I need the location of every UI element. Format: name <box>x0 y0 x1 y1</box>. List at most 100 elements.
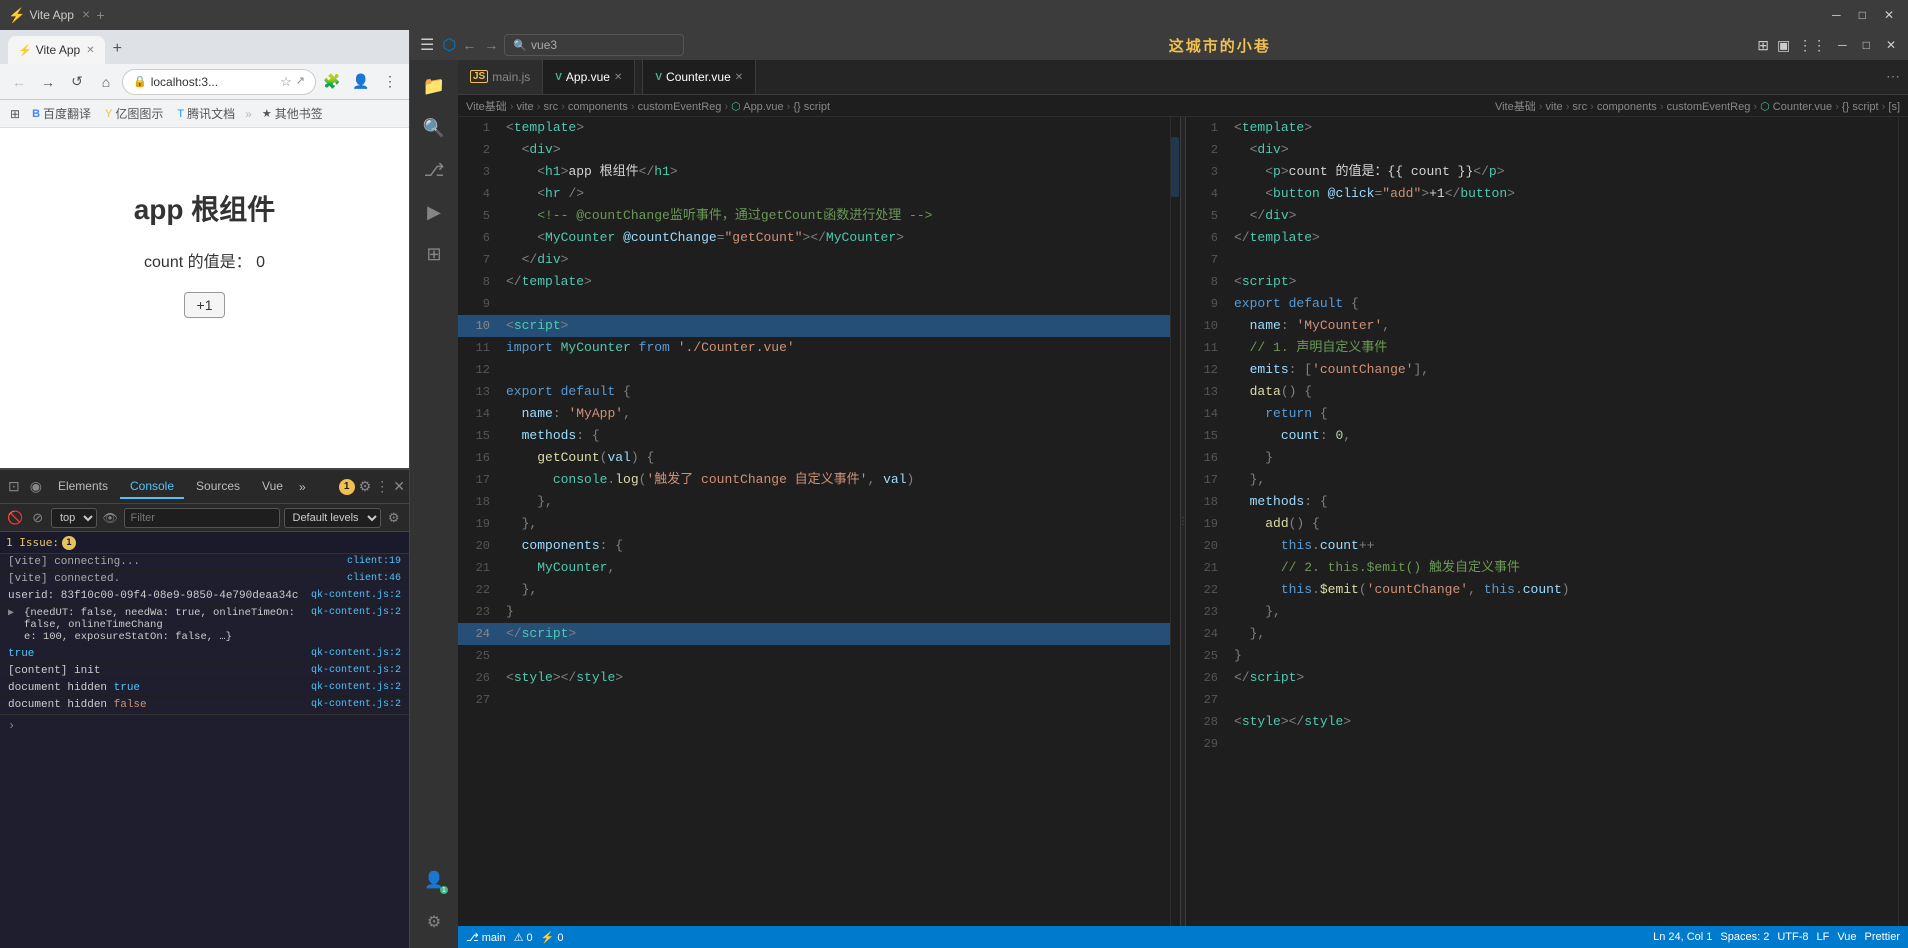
activity-extensions-icon[interactable]: ⊞ <box>416 236 452 272</box>
code-line: 22 this.$emit('countChange', this.count) <box>1186 579 1908 601</box>
console-text: userid: 83f10c00-09f4-08e9-9850-4e790dea… <box>8 590 303 602</box>
tab-console[interactable]: Console <box>120 475 184 499</box>
errors-icon[interactable]: ⚠ 0 <box>514 931 533 944</box>
tab-vue[interactable]: Vue <box>252 475 293 499</box>
code-line: 20 this.count++ <box>1186 535 1908 557</box>
tab-close-icon[interactable]: ✕ <box>86 45 94 56</box>
activity-explorer-icon[interactable]: 📁 <box>416 68 452 104</box>
formatter[interactable]: Prettier <box>1865 931 1900 943</box>
close-button[interactable]: ✕ <box>1878 6 1900 24</box>
tab-app-vue[interactable]: V App.vue ✕ <box>543 60 635 94</box>
vite-logo: ⚡ <box>8 7 25 24</box>
add-button[interactable]: +1 <box>184 292 226 318</box>
tab-sources[interactable]: Sources <box>186 475 250 499</box>
vscode-search-bar[interactable]: 🔍 vue3 <box>504 34 684 56</box>
devtools-close-icon[interactable]: ✕ <box>393 478 405 495</box>
console-source[interactable]: qk-content.js:2 <box>311 665 401 677</box>
nav-home-icon[interactable]: ⌂ <box>93 69 119 95</box>
bookmark-yitu[interactable]: Y 亿图图示 <box>99 103 169 124</box>
code-line: 14 return { <box>1186 403 1908 425</box>
console-source[interactable]: client:19 <box>347 556 401 568</box>
breadcrumb-row: Vite基础 › vite › src › components › custo… <box>458 95 1908 117</box>
tab-main-js[interactable]: JS main.js <box>458 60 543 94</box>
extensions-icon[interactable]: 🧩 <box>319 69 345 95</box>
devtools-circle-icon[interactable]: ◉ <box>26 474 46 499</box>
tab-close-app-icon[interactable]: ✕ <box>614 72 622 83</box>
editor-more-actions[interactable]: ⋯ <box>1878 60 1908 94</box>
code-line: 7 </div> <box>458 249 1180 271</box>
git-branch-icon[interactable]: ⎇ main <box>466 931 506 944</box>
console-text: [content] init <box>8 665 100 677</box>
browser-tab-title: Vite App <box>29 8 73 22</box>
devtools-settings-icon[interactable]: ⚙ <box>359 478 372 495</box>
console-prompt[interactable]: › <box>0 714 409 737</box>
bookmark-apps-icon[interactable]: ⊞ <box>6 105 24 123</box>
language-mode[interactable]: Vue <box>1837 931 1856 943</box>
menu-icon[interactable]: ⋮ <box>377 69 403 95</box>
devtools-panel: ⊡ ◉ Elements Console Sources Vue » 1 ⚙ ⋮… <box>0 468 409 948</box>
profile-icon[interactable]: 👤 <box>348 69 374 95</box>
bookmark-star-icon[interactable]: ☆ <box>280 74 292 90</box>
nav-back-editor-icon[interactable]: ← <box>460 35 478 55</box>
code-line: 1<template> <box>1186 117 1908 139</box>
console-source[interactable]: client:46 <box>347 573 401 585</box>
code-line: 10 name: 'MyCounter', <box>1186 315 1908 337</box>
topbar-restore-icon[interactable]: □ <box>1857 36 1876 54</box>
warnings-icon[interactable]: ⚡ 0 <box>541 931 564 944</box>
nav-forward-icon[interactable]: → <box>35 69 61 95</box>
devtools-panel-icon[interactable]: ⊡ <box>4 474 24 499</box>
tab-close-counter-icon[interactable]: ✕ <box>735 72 743 83</box>
activity-settings-icon[interactable]: ⚙ <box>416 904 452 940</box>
new-tab-icon[interactable]: + <box>96 7 104 23</box>
tab-counter-vue[interactable]: V Counter.vue ✕ <box>643 60 756 94</box>
filter-icon[interactable]: ⊘ <box>29 508 48 528</box>
console-source[interactable]: qk-content.js:2 <box>311 699 401 711</box>
nav-back-icon[interactable]: ← <box>6 69 32 95</box>
console-source[interactable]: qk-content.js:2 <box>311 648 401 660</box>
activity-search-icon[interactable]: 🔍 <box>416 110 452 146</box>
context-selector[interactable]: top <box>51 508 97 528</box>
console-source[interactable]: qk-content.js:2 <box>311 607 401 618</box>
maximize-button[interactable]: □ <box>1853 6 1872 24</box>
console-filter-input[interactable] <box>124 508 280 528</box>
nav-forward-editor-icon[interactable]: → <box>482 35 500 55</box>
tab-elements[interactable]: Elements <box>48 475 118 499</box>
topbar-minimize-icon[interactable]: ─ <box>1832 36 1853 54</box>
console-text: [vite] connected. <box>8 573 120 585</box>
code-line: 25 <box>458 645 1180 667</box>
log-levels-selector[interactable]: Default levels <box>284 508 381 528</box>
topbar-close-icon[interactable]: ✕ <box>1880 36 1902 54</box>
minimize-button[interactable]: ─ <box>1826 6 1847 24</box>
grid-icon[interactable]: ⋮⋮ <box>1796 35 1828 56</box>
add-tab-icon[interactable]: + <box>109 36 126 62</box>
bookmark-tencent[interactable]: T 腾讯文档 <box>171 103 241 124</box>
clear-console-icon[interactable]: 🚫 <box>6 508 25 528</box>
split-editor-icon[interactable]: ⊞ <box>1755 35 1771 56</box>
code-line: 17 }, <box>1186 469 1908 491</box>
activity-remote-icon[interactable]: 👤 1 <box>416 862 452 898</box>
address-bar[interactable]: 🔒 localhost:3... ☆ ↗ <box>122 69 316 95</box>
console-text: {needUT: false, needWa: true, onlineTime… <box>24 607 303 643</box>
nav-reload-icon[interactable]: ↺ <box>64 69 90 95</box>
code-line: 24</script> <box>458 623 1180 645</box>
eye-icon[interactable]: 👁 <box>101 511 120 525</box>
console-source[interactable]: qk-content.js:2 <box>311 682 401 694</box>
browser-tab[interactable]: ⚡ Vite App ✕ <box>8 36 105 64</box>
bookmark-baidu[interactable]: B 百度翻译 <box>26 103 97 124</box>
browser-tab-close-icon[interactable]: ✕ <box>82 10 90 21</box>
code-line: 2 <div> <box>458 139 1180 161</box>
layout-icon[interactable]: ▣ <box>1775 35 1792 56</box>
devtools-badge: 1 <box>339 479 355 495</box>
devtools-menu-icon[interactable]: ⋮ <box>375 478 389 495</box>
console-source[interactable]: qk-content.js:2 <box>311 590 401 602</box>
activity-run-icon[interactable]: ▶ <box>416 194 452 230</box>
hamburger-menu-icon[interactable]: ☰ <box>416 33 438 57</box>
bookmark-others[interactable]: ★ 其他书签 <box>256 103 329 124</box>
settings-icon[interactable]: ⚙ <box>385 510 404 526</box>
devtools-more-icon[interactable]: » <box>295 476 310 498</box>
vscode-editor: ☰ ⬡ ← → 🔍 vue3 这城市的小巷 ⊞ ▣ ⋮⋮ ─ □ <box>410 30 1908 948</box>
indentation: Spaces: 2 <box>1720 931 1769 943</box>
console-expand-icon[interactable]: ▶ <box>8 607 14 619</box>
share-icon[interactable]: ↗ <box>296 74 305 90</box>
activity-source-control-icon[interactable]: ⎇ <box>416 152 452 188</box>
